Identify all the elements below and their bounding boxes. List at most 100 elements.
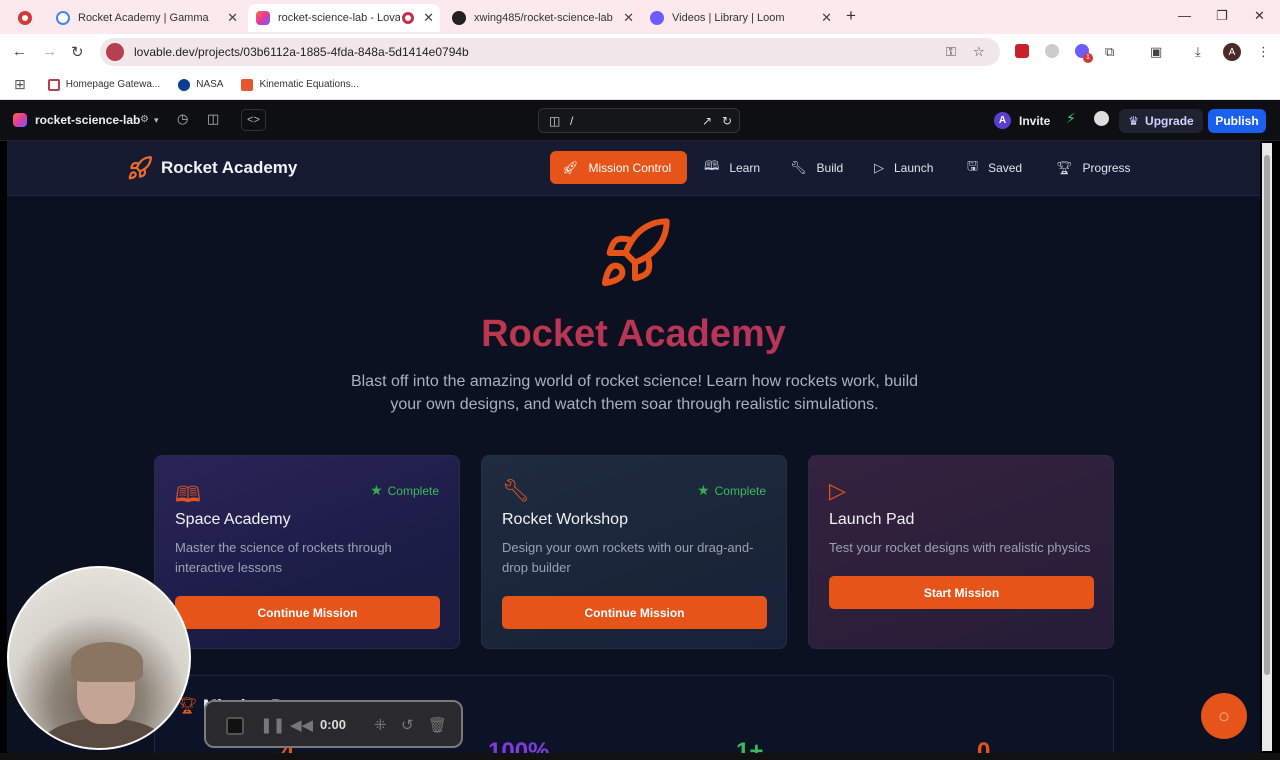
- wrench-icon: 🔧︎: [502, 478, 530, 503]
- url-field[interactable]: lovable.dev/projects/03b6112a-1885-4fda-…: [100, 38, 1000, 66]
- card-space-academy: 🕮 ★ Complete Space Academy Master the sc…: [154, 455, 460, 649]
- hero-rocket-icon: [601, 218, 670, 287]
- bookmark-kinematic[interactable]: Kinematic Equations...: [241, 78, 359, 91]
- reload-icon[interactable]: ↻: [71, 43, 84, 61]
- nav-build[interactable]: 🔧︎ Build: [778, 151, 855, 184]
- bookmark-favicon-icon: [47, 78, 60, 91]
- close-tab-icon[interactable]: ✕: [821, 10, 832, 26]
- recording-indicator-icon: [402, 12, 414, 24]
- bookmark-star-icon[interactable]: ☆: [973, 44, 985, 60]
- continue-mission-button[interactable]: Continue Mission: [175, 596, 440, 629]
- scrollbar-thumb[interactable]: [1264, 155, 1270, 675]
- restore-icon[interactable]: ❐: [1216, 8, 1228, 24]
- play-icon: ▷: [829, 478, 846, 503]
- pdf-extension-icon[interactable]: [1015, 44, 1029, 58]
- refresh-icon[interactable]: ↻: [722, 114, 732, 128]
- extensions-puzzle-icon[interactable]: ⧉: [1105, 44, 1114, 60]
- project-name[interactable]: rocket-science-lab: [35, 113, 140, 127]
- back-icon[interactable]: ←: [12, 43, 27, 60]
- rocket-icon: [128, 156, 152, 180]
- trophy-icon: 🏆︎: [1056, 159, 1073, 175]
- chat-fab-button[interactable]: ◌: [1201, 693, 1247, 739]
- trash-icon[interactable]: 🗑︎: [428, 716, 447, 734]
- new-tab-button[interactable]: +: [846, 6, 856, 26]
- history-icon[interactable]: ◷: [177, 111, 188, 127]
- upgrade-button[interactable]: ♛ Upgrade: [1119, 109, 1203, 133]
- browser-tab-strip: Rocket Academy | Gamma ✕ rocket-science-…: [0, 0, 1280, 34]
- tab-loom[interactable]: Videos | Library | Loom ✕: [642, 4, 838, 32]
- status-badge: ★ Complete: [697, 482, 766, 498]
- chat-bubble-icon: ◌: [1218, 705, 1230, 726]
- lovable-logo-icon[interactable]: [13, 113, 27, 127]
- card-rocket-workshop: 🔧︎ ★ Complete Rocket Workshop Design you…: [481, 455, 787, 649]
- card-title: Space Academy: [175, 511, 291, 528]
- app-navbar: Rocket Academy 🚀︎ Mission Control 🕮 Lear…: [7, 141, 1260, 196]
- card-launch-pad: ▷ Launch Pad Test your rocket designs wi…: [808, 455, 1114, 649]
- google-icon: [56, 11, 70, 25]
- tab-search-icon[interactable]: ▣: [1150, 44, 1162, 60]
- download-icon[interactable]: ⤓: [1195, 44, 1201, 60]
- sidebar-toggle-icon[interactable]: ◫: [207, 111, 219, 127]
- forward-icon[interactable]: →: [42, 43, 57, 60]
- card-description: Test your rocket designs with realistic …: [829, 540, 1091, 555]
- start-mission-button[interactable]: Start Mission: [829, 576, 1094, 609]
- close-tab-icon[interactable]: ✕: [227, 10, 238, 26]
- card-title: Rocket Workshop: [502, 511, 628, 528]
- close-window-icon[interactable]: ✕: [1254, 8, 1265, 24]
- card-description: Master the science of rockets through in…: [175, 540, 392, 575]
- apps-grid-icon[interactable]: ⊞: [14, 76, 26, 93]
- crown-icon: ♛: [1128, 114, 1140, 128]
- play-icon: ▷: [874, 159, 884, 175]
- chevron-down-icon[interactable]: ▾: [154, 115, 159, 126]
- preview-icon[interactable]: ◫: [549, 114, 560, 128]
- nav-learn[interactable]: 🕮 Learn: [692, 151, 772, 184]
- nav-progress[interactable]: 🏆︎ Progress: [1044, 151, 1143, 184]
- github-icon[interactable]: [1094, 111, 1109, 126]
- rewind-icon[interactable]: ◀◀: [290, 716, 313, 734]
- webcam-bubble[interactable]: [7, 566, 191, 750]
- record-icon: [18, 11, 32, 25]
- rocket-icon: 🚀︎: [562, 159, 579, 175]
- tab-github[interactable]: xwing485/rocket-science-lab ✕: [444, 4, 640, 32]
- bookmark-homepage[interactable]: Homepage Gatewa...: [47, 78, 160, 91]
- profile-avatar[interactable]: A: [1223, 43, 1241, 61]
- tab-loom-recording[interactable]: [10, 4, 46, 32]
- publish-button[interactable]: Publish: [1208, 109, 1266, 133]
- stat-rockets: 1+: [736, 738, 764, 753]
- tab-gamma[interactable]: Rocket Academy | Gamma ✕: [48, 4, 244, 32]
- tab-lovable[interactable]: rocket-science-lab - Lovabl ✕: [248, 4, 440, 32]
- site-info-icon[interactable]: [106, 43, 124, 61]
- stop-recording-icon[interactable]: [226, 717, 244, 735]
- preview-path-field[interactable]: ◫ / ↗ ↻: [538, 108, 740, 133]
- loom-recording-controls: ❚❚ ◀◀ 0:00 ⁜ ↺ 🗑︎: [204, 700, 463, 748]
- github-icon: [452, 11, 466, 25]
- invite-button[interactable]: A Invite: [994, 109, 1050, 132]
- loom-icon: [650, 11, 664, 25]
- nav-launch[interactable]: ▷ Launch: [862, 151, 945, 184]
- extension-icon[interactable]: [1045, 44, 1059, 58]
- close-tab-icon[interactable]: ✕: [423, 10, 434, 26]
- close-tab-icon[interactable]: ✕: [623, 10, 634, 26]
- bookmark-nasa[interactable]: NASA: [178, 78, 223, 91]
- menu-kebab-icon[interactable]: ⋮: [1257, 44, 1270, 60]
- brand-logo[interactable]: Rocket Academy: [127, 155, 297, 181]
- nav-saved[interactable]: 🖫 Saved: [955, 151, 1034, 184]
- restart-icon[interactable]: ↺: [401, 716, 414, 734]
- hero-title: Rocket Academy: [7, 313, 1260, 356]
- app-preview: Rocket Academy 🚀︎ Mission Control 🕮 Lear…: [7, 141, 1260, 753]
- minimize-icon[interactable]: —: [1178, 8, 1191, 23]
- key-icon[interactable]: ⚿: [946, 44, 956, 60]
- hero-subtitle: Blast off into the amazing world of rock…: [350, 373, 919, 413]
- card-title: Launch Pad: [829, 511, 915, 528]
- pause-icon[interactable]: ❚❚: [260, 716, 285, 734]
- code-view-icon[interactable]: <>: [241, 109, 266, 131]
- bolt-icon[interactable]: ⚡: [1066, 110, 1076, 127]
- nav-mission-control[interactable]: 🚀︎ Mission Control: [550, 151, 687, 184]
- verified-icon: ⚙: [140, 114, 149, 125]
- webcam-person-hair: [71, 642, 143, 682]
- draw-grid-icon[interactable]: ⁜: [374, 716, 387, 734]
- star-icon: ★: [370, 482, 383, 498]
- open-external-icon[interactable]: ↗: [702, 114, 712, 128]
- card-description: Design your own rockets with our drag-an…: [502, 540, 754, 575]
- continue-mission-button[interactable]: Continue Mission: [502, 596, 767, 629]
